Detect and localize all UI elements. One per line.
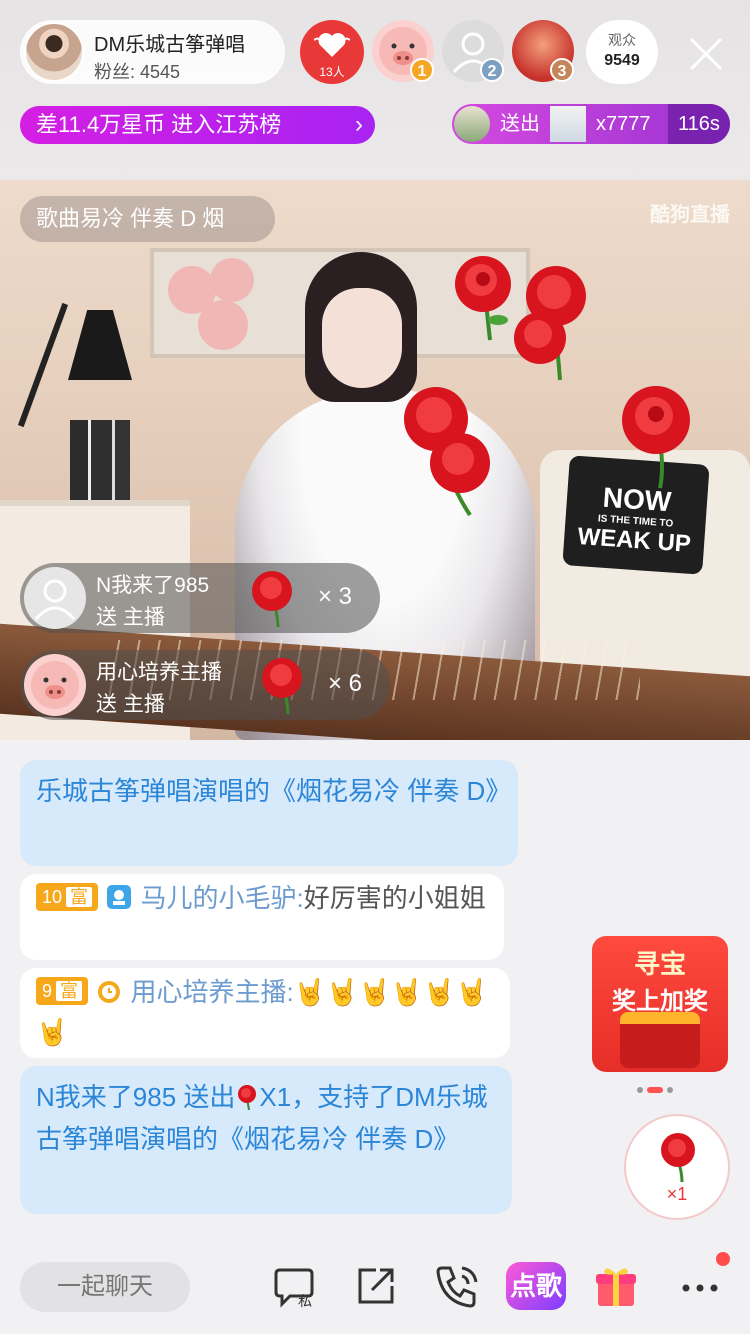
rose-icon	[514, 266, 586, 381]
treasure-title: 寻宝	[633, 949, 686, 979]
rank-1-avatar[interactable]: 1	[372, 20, 434, 82]
gift-broadcast-banner[interactable]: 送出 x7777 116s	[452, 104, 730, 144]
wealth-level-badge: 10 富	[36, 883, 99, 911]
chat-text: 好厉害的小姐姐	[303, 883, 486, 913]
gift-action: 送 主播	[96, 693, 165, 716]
treasure-chest-icon	[620, 1012, 700, 1068]
lamp-shade	[68, 310, 132, 380]
vip-icon	[107, 885, 132, 909]
system-text: 乐城古筝弹唱演唱的《烟花易冷 伴奏 D》	[36, 776, 512, 806]
viewers-label: 观众	[608, 32, 636, 48]
rank-3-avatar[interactable]: 3	[512, 20, 574, 82]
gift-banner-action: 送出	[500, 113, 540, 135]
chat-message[interactable]: 9富 用心培养主播:🤘🤘🤘🤘🤘🤘🤘	[20, 968, 510, 1058]
rose-icon	[622, 386, 690, 489]
treasure-subtitle: 奖上加奖	[612, 988, 708, 1015]
rank-banner-text: 差11.4万星币 进入江苏榜	[36, 112, 282, 137]
viewers-counter[interactable]: 观众 9549	[586, 20, 658, 84]
call-link-icon[interactable]	[432, 1262, 480, 1310]
gift-multiplier: × 6	[328, 670, 363, 697]
rose-icon	[262, 658, 302, 715]
pig-icon	[24, 654, 86, 716]
quick-gift-count: ×1	[666, 1184, 688, 1204]
treasure-hunt-banner[interactable]: 寻宝 奖上加奖	[592, 936, 728, 1072]
gift-banner-count: x7777	[596, 113, 651, 135]
default-user-icon	[24, 567, 86, 629]
chat-username[interactable]: 马儿的小毛驴:	[141, 883, 304, 913]
notification-dot	[716, 1252, 730, 1266]
song-request-button[interactable]: 点歌	[506, 1262, 566, 1310]
gift-thumbnail	[550, 106, 586, 142]
quick-gift-button[interactable]: ×1	[624, 1114, 730, 1220]
guard-count: 13人	[319, 65, 345, 79]
chat-input[interactable]: 一起聊天	[20, 1262, 190, 1312]
chevron-right-icon: ›	[355, 111, 363, 138]
rose-icon	[252, 571, 292, 628]
system-text: N我来了985 送出	[36, 1082, 236, 1112]
gift-multiplier: × 3	[318, 583, 353, 610]
svg-text:私: 私	[298, 1294, 312, 1310]
gift-icon[interactable]	[592, 1262, 640, 1310]
heart-wings-icon	[314, 33, 350, 57]
gift-banner-timer: 116s	[668, 104, 730, 144]
clock-badge-icon	[98, 981, 121, 1003]
rose-icon	[404, 387, 490, 517]
song-label: 歌曲易冷 伴奏 D 烟	[20, 196, 275, 242]
chat-message-system: 乐城古筝弹唱演唱的《烟花易冷 伴奏 D》	[20, 760, 518, 866]
sender-avatar	[454, 106, 490, 142]
gift-notification: N我来了985 送 主播 × 3	[20, 563, 380, 633]
watermark: 酷狗直播	[650, 204, 730, 226]
viewers-count: 9549	[604, 52, 640, 69]
host-name: DM乐城古筝弹唱	[94, 34, 246, 56]
host-info-pill[interactable]: DM乐城古筝弹唱 粉丝: 4545	[20, 20, 285, 84]
carousel-indicator	[637, 1080, 677, 1098]
share-icon[interactable]	[352, 1262, 400, 1310]
lamp-arm	[17, 302, 69, 428]
gift-sender-name: 用心培养主播	[96, 661, 222, 684]
rose-icon	[238, 1085, 257, 1111]
rank-2-avatar[interactable]: 2	[442, 20, 504, 82]
rose-icon	[661, 1133, 695, 1183]
close-icon[interactable]	[686, 34, 726, 74]
gift-action: 送 主播	[96, 606, 165, 629]
rank-2-number: 2	[480, 58, 504, 82]
guard-badge[interactable]: 13人	[300, 20, 364, 84]
performer-face	[322, 288, 402, 388]
chat-message[interactable]: 10 富 马儿的小毛驴:好厉害的小姐姐	[20, 874, 504, 960]
rank-banner[interactable]: 差11.4万星币 进入江苏榜 ›	[20, 106, 375, 144]
host-avatar[interactable]	[24, 22, 84, 82]
more-icon[interactable]	[676, 1262, 724, 1310]
gift-notification: 用心培养主播 送 主播 × 6	[20, 650, 390, 720]
wealth-level-badge: 9富	[36, 977, 89, 1005]
private-message-icon[interactable]: 私	[272, 1262, 320, 1310]
host-fans-count: 粉丝: 4545	[94, 62, 181, 82]
chat-message-system: N我来了985 送出 X1，支持了DM乐城古筝弹唱演唱的《烟花易冷 伴奏 D》	[20, 1066, 512, 1214]
rank-3-number: 3	[550, 58, 574, 82]
gift-sender-name: N我来了985	[96, 574, 210, 597]
chat-username[interactable]: 用心培养主播:	[130, 977, 293, 1007]
rank-1-number: 1	[410, 58, 434, 82]
